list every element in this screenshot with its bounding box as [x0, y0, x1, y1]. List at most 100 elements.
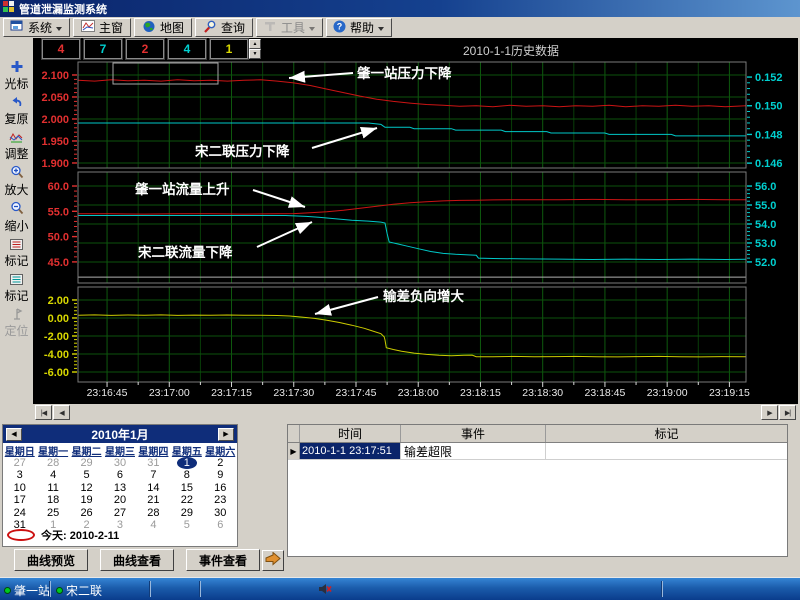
time-scrollbar[interactable]: |◀◀ ▶▶|	[33, 404, 798, 422]
query-menu-button[interactable]: 查询	[195, 18, 253, 37]
svg-text:2.100: 2.100	[41, 70, 69, 82]
calendar-next-button[interactable]: ▶	[218, 428, 234, 441]
calendar-day[interactable]: 14	[137, 482, 170, 494]
calendar-day[interactable]: 28	[137, 507, 170, 519]
scroll-left-button[interactable]: ◀	[53, 405, 70, 420]
svg-text:2.000: 2.000	[41, 114, 69, 126]
chart-annotation: 宋二联压力下降	[195, 143, 290, 159]
curve-view-button[interactable]: 曲线查看	[100, 549, 174, 571]
event-mark-cell	[546, 443, 787, 459]
menu-label: 帮助	[350, 19, 374, 36]
locate-tool: 定位	[0, 307, 33, 338]
calendar-day[interactable]: 20	[103, 494, 136, 506]
mark-red-icon	[10, 237, 23, 255]
mark-cyan-tool[interactable]: 标记	[0, 272, 33, 303]
svg-text:0.152: 0.152	[755, 72, 783, 84]
weekday-label: 星期五	[170, 443, 203, 458]
cursor-tool[interactable]: 光标	[0, 60, 33, 91]
event-name-cell: 输差超限	[401, 443, 546, 459]
calendar-day[interactable]: 31	[137, 457, 170, 469]
zoom-in-icon	[10, 165, 24, 184]
event-view-button[interactable]: 事件查看	[186, 549, 260, 571]
tool-label: 复原	[4, 113, 28, 126]
calendar-today-row[interactable]: 今天: 2010-2-11	[7, 527, 119, 543]
mark-red-tool[interactable]: 标记	[0, 237, 33, 268]
calendar-day[interactable]: 4	[137, 519, 170, 531]
spinner-down-button[interactable]: ▼	[249, 49, 261, 59]
channel-selector-2[interactable]: 7	[84, 39, 122, 59]
adjust-tool[interactable]: 调整	[0, 130, 33, 161]
calendar-day[interactable]: 24	[3, 507, 36, 519]
main-window-menu-button[interactable]: 主窗	[73, 18, 131, 37]
calendar-day[interactable]: 8	[170, 469, 203, 481]
scroll-end-button[interactable]: ▶|	[779, 405, 796, 420]
system-menu-button[interactable]: 系统	[3, 18, 70, 37]
calendar-day[interactable]: 9	[204, 469, 237, 481]
calendar-day[interactable]: 17	[3, 494, 36, 506]
calendar-day[interactable]: 29	[170, 507, 203, 519]
calendar-day[interactable]: 25	[36, 507, 69, 519]
chart-annotation: 输差负向增大	[383, 288, 464, 304]
calendar-weekday-row: 星期日星期一星期二星期三星期四星期五星期六	[3, 443, 237, 457]
calendar-day[interactable]: 21	[137, 494, 170, 506]
calendar-day[interactable]: 27	[3, 457, 36, 469]
status-separator	[662, 581, 663, 597]
tools-icon	[263, 20, 277, 35]
help-menu-button[interactable]: ?帮助	[326, 18, 392, 37]
calendar-day[interactable]: 10	[3, 482, 36, 494]
calendar-day[interactable]: 16	[204, 482, 237, 494]
zoom-in-tool[interactable]: 放大	[0, 165, 33, 197]
restore-tool[interactable]: 复原	[0, 95, 33, 126]
calendar-day[interactable]: 12	[70, 482, 103, 494]
channel-selector-5[interactable]: 1	[210, 39, 248, 59]
zoom-out-tool[interactable]: 缩小	[0, 201, 33, 233]
x-axis-tick-label: 23:18:00	[398, 387, 439, 399]
calendar-day[interactable]: 1	[170, 457, 203, 469]
calendar-day[interactable]: 2	[204, 457, 237, 469]
map-menu-button[interactable]: 地图	[134, 18, 192, 37]
calendar-day[interactable]: 27	[103, 507, 136, 519]
calendar-day[interactable]: 26	[70, 507, 103, 519]
channel-selector-3[interactable]: 2	[126, 39, 164, 59]
chart-annotation: 肇一站压力下降	[357, 65, 452, 81]
svg-text:2.00: 2.00	[48, 295, 69, 307]
calendar-day[interactable]: 18	[36, 494, 69, 506]
apply-button[interactable]	[262, 550, 284, 571]
menu-toolbar: 系统主窗地图查询工具?帮助	[0, 17, 800, 38]
svg-text:55.0: 55.0	[48, 206, 69, 218]
svg-text:52.0: 52.0	[755, 257, 776, 269]
calendar-day[interactable]: 30	[204, 507, 237, 519]
svg-text:-4.00: -4.00	[44, 349, 69, 361]
calendar-day[interactable]: 23	[204, 494, 237, 506]
calendar-day[interactable]: 7	[137, 469, 170, 481]
calendar-day[interactable]: 28	[36, 457, 69, 469]
calendar-day[interactable]: 3	[3, 469, 36, 481]
channel-selector-4[interactable]: 4	[168, 39, 206, 59]
column-header: 标记	[546, 425, 787, 442]
spinner-up-button[interactable]: ▲	[249, 39, 261, 49]
calendar-day[interactable]: 5	[170, 519, 203, 531]
tool-label: 定位	[4, 325, 28, 338]
calendar-day[interactable]: 5	[70, 469, 103, 481]
weekday-label: 星期四	[137, 443, 170, 458]
calendar-day[interactable]: 22	[170, 494, 203, 506]
table-row[interactable]: ▶2010-1-1 23:17:51输差超限	[288, 443, 787, 460]
calendar-day[interactable]: 19	[70, 494, 103, 506]
status-item-宋二联: 宋二联	[56, 582, 102, 599]
chart-annotation: 肇一站流量上升	[135, 181, 230, 197]
calendar-day[interactable]: 6	[204, 519, 237, 531]
x-axis-tick-label: 23:18:15	[460, 387, 501, 399]
scroll-home-button[interactable]: |◀	[35, 405, 52, 420]
channel-selector-1[interactable]: 4	[42, 39, 80, 59]
calendar-day[interactable]: 15	[170, 482, 203, 494]
calendar-day[interactable]: 11	[36, 482, 69, 494]
calendar-day[interactable]: 4	[36, 469, 69, 481]
calendar-day[interactable]: 13	[103, 482, 136, 494]
calendar-day[interactable]: 30	[103, 457, 136, 469]
calendar-day[interactable]: 29	[70, 457, 103, 469]
scroll-right-button[interactable]: ▶	[761, 405, 778, 420]
calendar-prev-button[interactable]: ◀	[6, 428, 22, 441]
curve-preview-button[interactable]: 曲线预览	[14, 549, 88, 571]
calendar-day[interactable]: 6	[103, 469, 136, 481]
svg-text:60.0: 60.0	[48, 181, 69, 193]
